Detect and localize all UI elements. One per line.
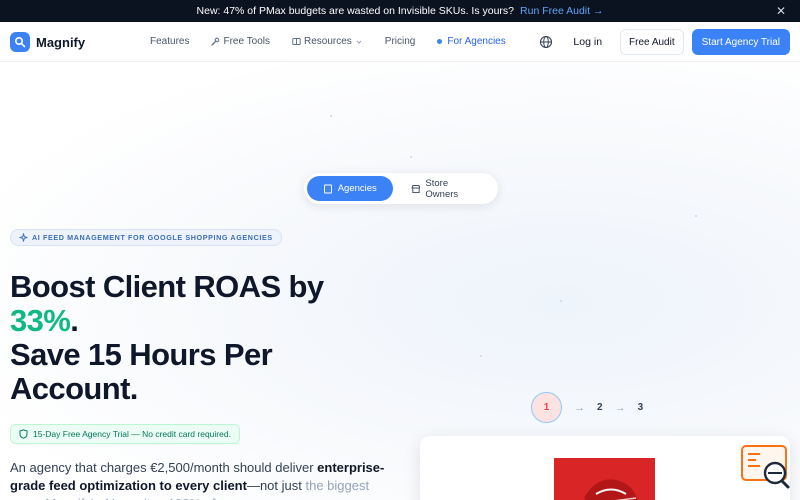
headline-line-2: 33%. [10, 304, 390, 338]
step-3[interactable]: 3 [638, 402, 644, 413]
chat-search-icon [741, 445, 790, 489]
arrow-right-icon: → [614, 401, 626, 414]
step-1[interactable]: 1 [531, 392, 562, 423]
toggle-agencies-label: Agencies [337, 183, 377, 194]
process-steps: 1 → 2 → 3 [531, 392, 643, 423]
body-text-a: An agency that charges €2,500/month shou… [10, 460, 318, 475]
nav-item-label: Resources [303, 36, 352, 47]
nav-item-free-tools[interactable]: Free Tools [211, 36, 270, 47]
headline-line-1: Boost Client ROAS by [10, 269, 324, 304]
nav-item-resources[interactable]: Resources [292, 36, 363, 47]
trial-badge: 15-Day Free Agency Trial — No credit car… [10, 424, 240, 444]
active-dot-icon [437, 39, 443, 44]
eyebrow-pill: AI FEED MANAGEMENT FOR GOOGLE SHOPPING A… [10, 229, 282, 246]
login-link[interactable]: Log in [573, 36, 602, 48]
nav-actions: Log in Free Audit Start Agency Trial [539, 29, 790, 55]
decor-dot [480, 355, 482, 357]
top-nav: Magnify Features Free Tools Resources Pr… [0, 22, 800, 62]
nav-links: Features Free Tools Resources Pricing Fo… [150, 36, 528, 47]
product-preview-card [420, 436, 790, 500]
announcement-text: New: 47% of PMax budgets are wasted on I… [196, 5, 515, 17]
start-agency-trial-button[interactable]: Start Agency Trial [691, 29, 790, 55]
decor-dot [410, 156, 412, 158]
toggle-store-owners-label: Store Owners [425, 177, 459, 200]
nav-item-label: Free Tools [223, 36, 270, 47]
support-chat-widget[interactable] [740, 444, 792, 490]
decor-dot [695, 215, 697, 217]
announcement-bar: New: 47% of PMax budgets are wasted on I… [0, 0, 800, 22]
chevron-down-icon [356, 40, 362, 44]
arrow-right-icon: → [574, 401, 585, 414]
decor-dot [560, 300, 562, 302]
run-free-audit-link[interactable]: Run Free Audit → [520, 5, 603, 17]
headline-line-3: Save 15 Hours Per [10, 337, 273, 372]
body-text-b: —not just [246, 478, 302, 493]
nav-item-for-agencies[interactable]: For Agencies [437, 36, 506, 47]
nav-item-label: For Agencies [447, 36, 506, 47]
decor-dot [330, 115, 332, 117]
wrench-icon [211, 37, 220, 46]
store-icon [410, 184, 421, 193]
trial-badge-text: 15-Day Free Agency Trial — No credit car… [33, 429, 231, 439]
headline-dot: . [70, 303, 79, 338]
toggle-agencies[interactable]: Agencies [307, 176, 393, 201]
free-audit-button[interactable]: Free Audit [620, 29, 684, 55]
book-icon [292, 38, 301, 45]
toggle-store-owners[interactable]: Store Owners [399, 176, 496, 201]
sparkle-icon [19, 233, 28, 242]
step-2[interactable]: 2 [597, 402, 603, 413]
headline-line-4: Account. [10, 371, 138, 406]
building-icon [323, 184, 332, 193]
nav-item-label: Features [150, 36, 190, 47]
hero-headline: Boost Client ROAS by 33%. Save 15 Hours … [10, 270, 390, 406]
nav-item-features[interactable]: Features [150, 36, 189, 47]
nav-item-label: Pricing [384, 36, 416, 47]
eyebrow-text: AI FEED MANAGEMENT FOR GOOGLE SHOPPING A… [32, 233, 273, 242]
product-image [554, 458, 655, 500]
brand-name: Magnify [36, 34, 86, 50]
headline-accent: 33% [10, 303, 71, 338]
audience-toggle: Agencies Store Owners [304, 173, 498, 204]
shield-icon [19, 429, 28, 439]
brand-logo[interactable]: Magnify [10, 32, 85, 52]
hero-body-copy: An agency that charges €2,500/month shou… [10, 459, 390, 500]
globe-icon[interactable] [539, 35, 553, 49]
sneaker-image [554, 458, 655, 500]
close-icon[interactable]: ✕ [776, 4, 786, 18]
magnifier-icon [10, 32, 30, 52]
nav-item-pricing[interactable]: Pricing [385, 36, 416, 47]
